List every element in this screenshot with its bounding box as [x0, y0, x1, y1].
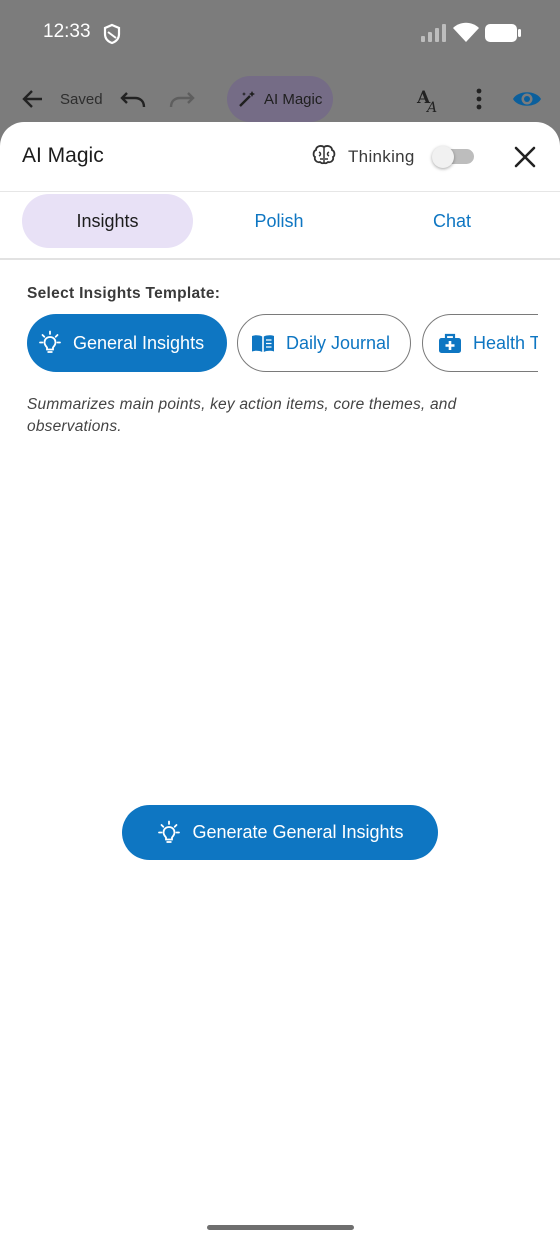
background-toolbar: Saved AI Magic A A [0, 74, 560, 126]
generate-insights-button[interactable]: Generate General Insights [122, 805, 438, 860]
template-chip-list[interactable]: General Insights Daily Journal Health Tr… [27, 314, 538, 374]
book-icon [252, 335, 274, 352]
svg-text:A: A [425, 100, 437, 114]
tab-bar: Insights Polish Chat [0, 192, 560, 260]
sheet-header: AI Magic Thinking [0, 122, 560, 192]
shield-icon [103, 23, 121, 45]
eye-icon[interactable] [512, 86, 542, 112]
lightbulb-icon [39, 330, 61, 353]
ai-magic-label: AI Magic [264, 90, 323, 108]
undo-icon[interactable] [119, 86, 147, 112]
tab-polish[interactable]: Polish [194, 194, 364, 248]
font-size-icon[interactable]: A A [416, 86, 442, 114]
brain-icon [312, 145, 336, 165]
back-arrow-icon[interactable] [20, 86, 46, 112]
tab-chat[interactable]: Chat [366, 194, 538, 248]
template-chip-daily-journal[interactable]: Daily Journal [237, 314, 411, 372]
close-icon[interactable] [510, 142, 540, 172]
saved-status: Saved [60, 91, 103, 108]
home-indicator[interactable] [207, 1225, 354, 1230]
redo-icon[interactable] [168, 86, 196, 112]
more-vertical-icon[interactable] [470, 86, 488, 112]
template-chip-health-tracker[interactable]: Health Tracker [422, 314, 538, 372]
background-app: 12:33 Saved AI Magic A A [0, 0, 560, 140]
ai-magic-sheet: AI Magic Thinking Insights Polish Chat S… [0, 122, 560, 1244]
magic-wand-icon [239, 91, 255, 107]
chip-label: Health Tracker [473, 332, 538, 353]
status-time: 12:33 [43, 21, 91, 42]
template-description: Summarizes main points, key action items… [27, 396, 457, 435]
template-chip-general-insights[interactable]: General Insights [27, 314, 227, 372]
sheet-title: AI Magic [22, 144, 104, 167]
wifi-icon [453, 22, 479, 42]
template-section-label: Select Insights Template: [27, 285, 221, 302]
thinking-toggle[interactable] [432, 146, 476, 168]
generate-button-label: Generate General Insights [192, 822, 404, 842]
thinking-label: Thinking [348, 147, 415, 166]
battery-icon [485, 24, 521, 42]
status-bar: 12:33 [0, 0, 560, 66]
chip-label: General Insights [73, 332, 205, 353]
medical-kit-icon [439, 333, 461, 353]
toggle-thumb [432, 146, 454, 168]
chip-label: Daily Journal [286, 332, 391, 353]
signal-icon [421, 24, 446, 42]
lightbulb-icon [158, 820, 181, 843]
ai-magic-button[interactable]: AI Magic [227, 76, 333, 122]
tab-insights[interactable]: Insights [22, 194, 193, 248]
